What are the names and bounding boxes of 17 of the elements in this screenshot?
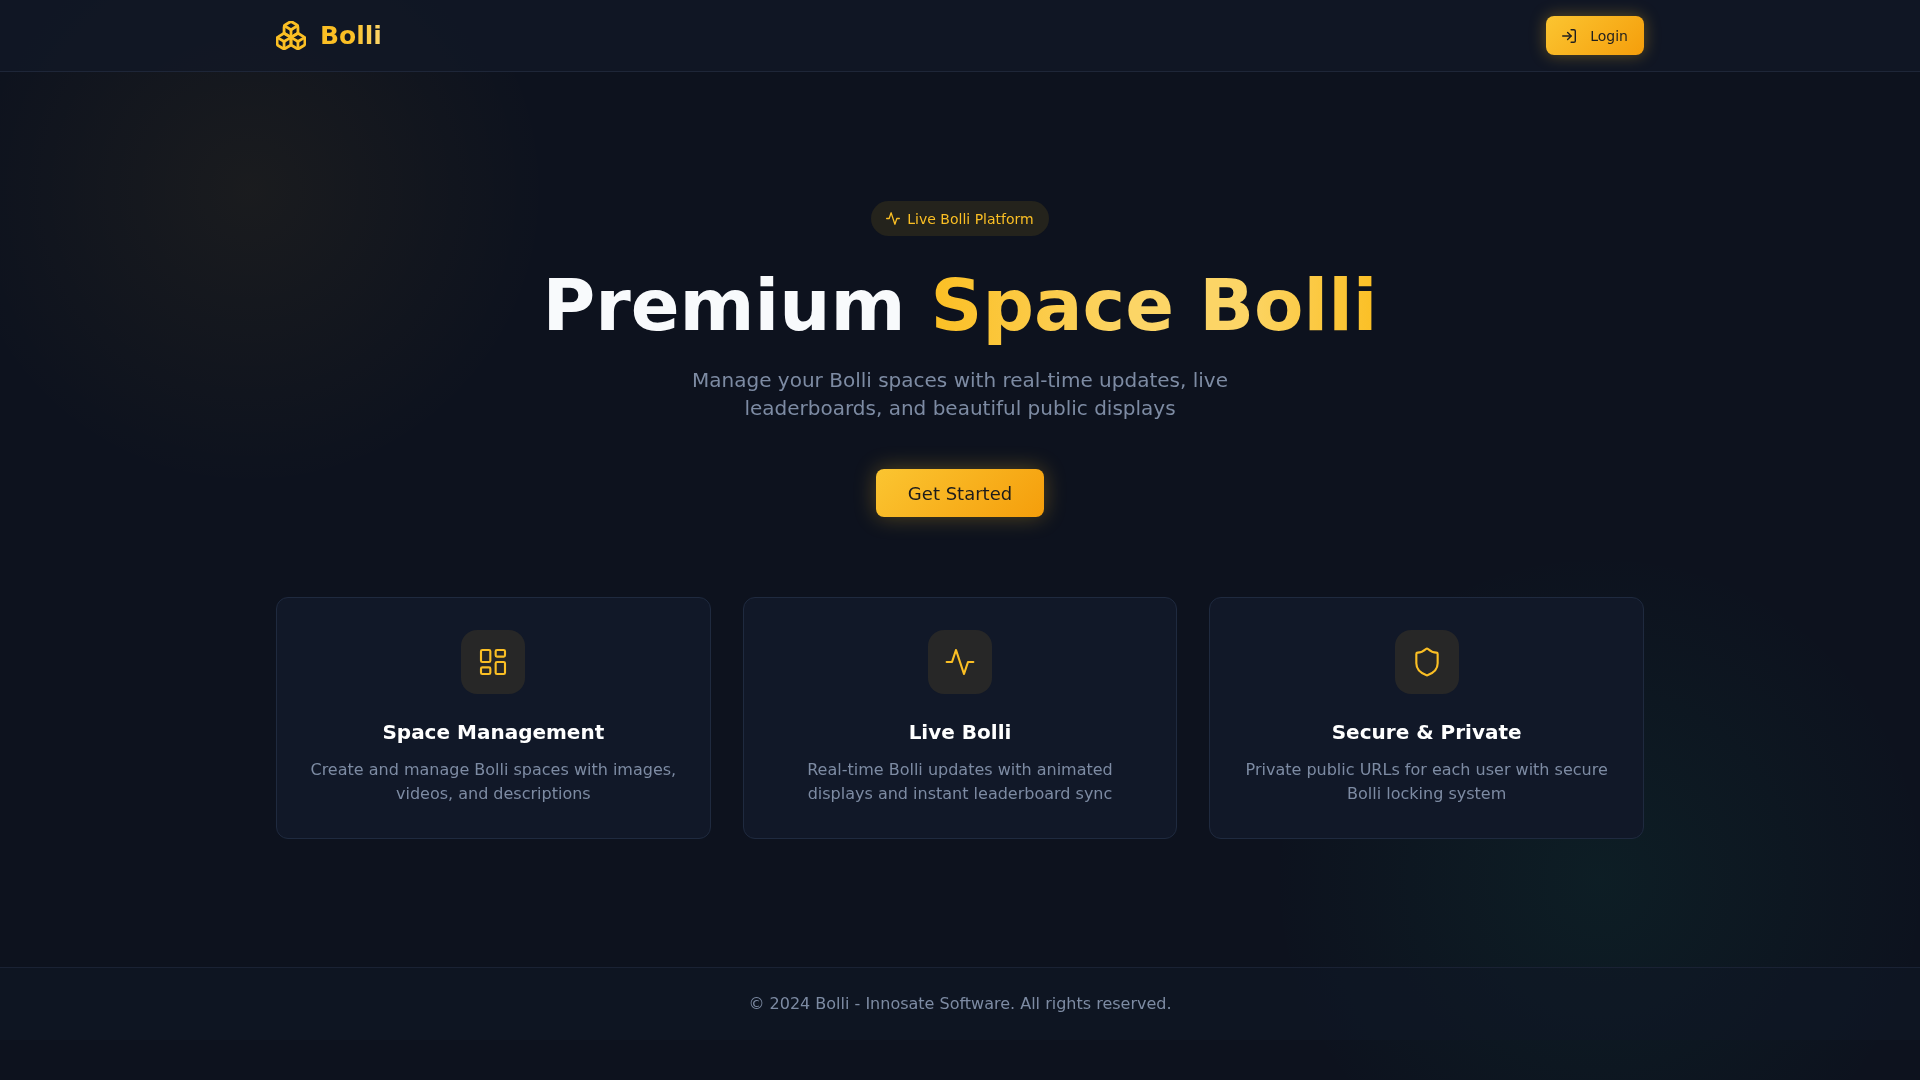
get-started-button[interactable]: Get Started: [875, 469, 1045, 517]
feature-description: Create and manage Bolli spaces with images, videos, and descriptions: [309, 759, 678, 805]
hero-subtitle: Manage your Bolli spaces with real-time updates, live leaderboards, and beautiful public displays: [691, 367, 1229, 422]
feature-description: Private public URLs for each user with secure Bolli locking system: [1244, 759, 1609, 805]
grid-icon: [461, 630, 526, 694]
feature-title: Space Management: [382, 719, 605, 746]
pulse-icon: [928, 630, 992, 694]
feature-title: Secure & Private: [1331, 719, 1522, 746]
sign-in-icon: [1562, 28, 1577, 43]
feature-description: Real-time Bolli updates with animated displays and instant leaderboard sync: [806, 759, 1114, 805]
cubes-icon: [276, 21, 306, 50]
badge-label: Live Bolli Platform: [907, 210, 1034, 227]
feature-title: Live Bolli: [908, 719, 1012, 746]
pulse-icon: [886, 212, 901, 225]
shield-icon: [1394, 630, 1459, 694]
login-button[interactable]: Login: [1546, 16, 1644, 55]
copyright-text: © 2024 Bolli - Innosate Software. All rights reserved.: [748, 994, 1172, 1013]
